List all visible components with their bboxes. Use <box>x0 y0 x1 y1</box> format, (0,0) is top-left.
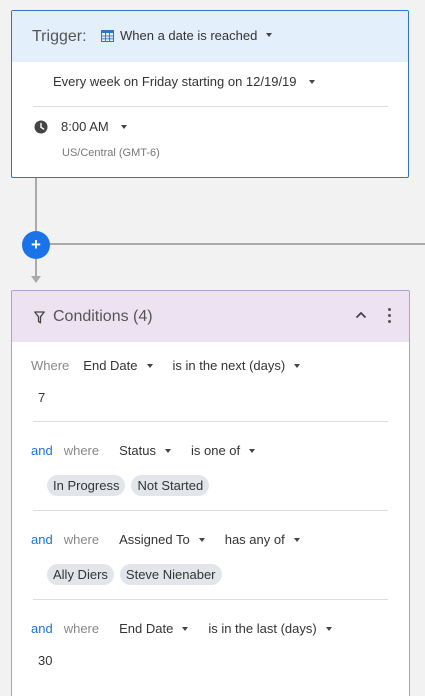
kebab-dot <box>388 320 391 323</box>
operator-dropdown[interactable]: has any of <box>225 532 300 547</box>
operator-label: is in the next (days) <box>172 358 286 373</box>
time-dropdown[interactable]: 8:00 AM <box>61 119 128 134</box>
caret-down-icon <box>309 79 316 84</box>
conjunction-toggle[interactable]: and <box>31 532 53 547</box>
schedule-dropdown[interactable]: Every week on Friday starting on 12/19/1… <box>53 74 316 89</box>
operator-dropdown[interactable]: is in the last (days) <box>208 621 332 636</box>
conditions-title-group: Conditions (4) <box>34 308 153 326</box>
calendar-icon <box>101 29 114 42</box>
plus-icon: + <box>31 235 41 254</box>
field-dropdown[interactable]: End Date <box>119 621 189 636</box>
condition-line: Where End Date is in the next (days) <box>31 358 301 373</box>
operator-dropdown[interactable]: is one of <box>190 443 256 458</box>
trigger-type-dropdown[interactable]: When a date is reached <box>101 28 273 43</box>
more-vert-icon[interactable] <box>386 306 393 325</box>
chip-group[interactable]: In Progress Not Started <box>47 475 210 496</box>
field-label: End Date <box>119 621 174 636</box>
value-chip[interactable]: Ally Diers <box>47 564 114 585</box>
clock-icon <box>34 120 48 133</box>
caret-down-icon <box>249 448 256 453</box>
divider <box>33 421 388 422</box>
operator-label: is in the last (days) <box>208 621 317 636</box>
condition-line: and where Assigned To has any of <box>31 532 300 547</box>
conjunction-toggle[interactable]: and <box>31 621 53 636</box>
condition-value[interactable]: 30 <box>38 653 52 668</box>
where-label: where <box>63 443 100 458</box>
caret-down-icon <box>182 626 189 631</box>
branch-line <box>48 243 425 245</box>
trigger-card: Trigger: When a date is reached Every we… <box>11 10 409 178</box>
arrow-down-icon <box>31 276 41 283</box>
condition-line: and where End Date is in the last (days) <box>31 621 332 636</box>
conjunction-toggle[interactable]: and <box>31 443 53 458</box>
field-label: Assigned To <box>119 532 190 547</box>
field-dropdown[interactable]: Assigned To <box>119 532 205 547</box>
divider <box>33 106 388 107</box>
divider <box>33 510 388 511</box>
time-row: 8:00 AM <box>34 119 128 134</box>
conditions-title: Conditions (4) <box>53 308 153 325</box>
value-chip[interactable]: Steve Nienaber <box>119 564 222 585</box>
operator-label: is one of <box>190 443 241 458</box>
kebab-dot <box>388 314 391 317</box>
add-step-button[interactable]: + <box>22 231 50 259</box>
operator-label: has any of <box>224 532 285 547</box>
trigger-type-label: When a date is reached <box>120 28 258 43</box>
where-label: Where <box>31 358 70 373</box>
caret-down-icon <box>266 32 273 37</box>
kebab-dot <box>388 308 391 311</box>
field-label: End Date <box>83 358 138 373</box>
chevron-up-icon[interactable] <box>354 308 368 322</box>
field-dropdown[interactable]: Status <box>119 443 171 458</box>
conditions-card: Conditions (4) Where End Date is in the … <box>11 290 410 696</box>
schedule-label: Every week on Friday starting on 12/19/1… <box>53 74 297 89</box>
value-chip[interactable]: Not Started <box>131 475 210 496</box>
caret-down-icon <box>164 448 171 453</box>
connector-line <box>35 259 37 277</box>
condition-value[interactable]: 7 <box>38 390 45 405</box>
field-dropdown[interactable]: End Date <box>83 358 153 373</box>
timezone-label: US/Central (GMT-6) <box>62 147 160 159</box>
divider <box>33 599 388 600</box>
condition-line: and where Status is one of <box>31 443 256 458</box>
field-label: Status <box>119 443 156 458</box>
time-label: 8:00 AM <box>61 119 109 134</box>
caret-down-icon <box>121 124 128 129</box>
caret-down-icon <box>294 363 301 368</box>
conditions-header: Conditions (4) <box>12 291 409 342</box>
filter-icon <box>34 310 45 323</box>
connector-line <box>35 178 37 231</box>
chip-group[interactable]: Ally Diers Steve Nienaber <box>47 564 222 585</box>
trigger-header: Trigger: When a date is reached <box>12 11 408 62</box>
caret-down-icon <box>325 626 332 631</box>
caret-down-icon <box>293 537 300 542</box>
value-chip[interactable]: In Progress <box>47 475 126 496</box>
where-label: where <box>63 621 100 636</box>
caret-down-icon <box>198 537 205 542</box>
where-label: where <box>63 532 100 547</box>
caret-down-icon <box>146 363 153 368</box>
trigger-label: Trigger: <box>32 28 87 45</box>
operator-dropdown[interactable]: is in the next (days) <box>173 358 301 373</box>
